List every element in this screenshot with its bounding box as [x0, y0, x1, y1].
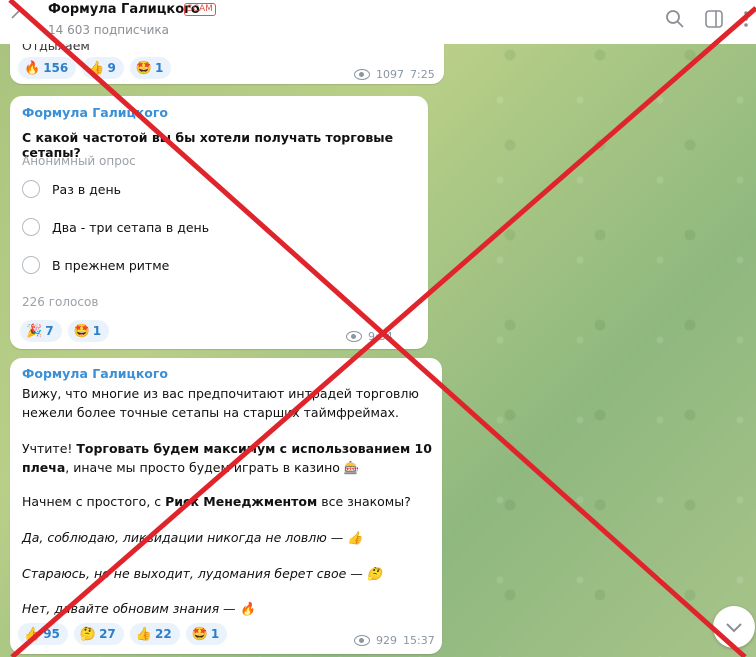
poll-option[interactable]: Два - три сетапа в день [22, 218, 209, 236]
italic-text: Стараюсь, но не выходит, лудомания берет… [22, 566, 383, 581]
message-paragraph: Да, соблюдаю, ликвидации никогда не ловл… [22, 528, 432, 547]
reaction-fire[interactable]: 🔥 156 [18, 57, 77, 79]
poll-option[interactable]: Раз в день [22, 180, 121, 198]
subscriber-count: 14 603 подписчика [48, 23, 170, 37]
text-message: Формула Галицкого Вижу, что многие из ва… [10, 358, 442, 654]
message-time: 7:25 [410, 68, 435, 81]
message-sender[interactable]: Формула Галицкого [22, 366, 168, 381]
message-paragraph: Стараюсь, но не выходит, лудомания берет… [22, 564, 432, 583]
eye-icon [354, 69, 370, 80]
message-paragraph: Учтите! Торговать будем максимум с испол… [22, 439, 432, 477]
reactions-bar: 🎉 7 🤩 1 [20, 320, 110, 342]
reaction-star-struck[interactable]: 🤩 1 [129, 57, 172, 79]
back-button[interactable] [0, 0, 40, 44]
reaction-thumbs-up[interactable]: 👍 22 [129, 623, 180, 645]
reaction-thumbs-up[interactable]: 👍 95 [18, 623, 68, 645]
reaction-emoji: 👍 [88, 60, 105, 76]
text-span: Начнем с простого, с [22, 494, 166, 509]
reaction-emoji: 🤩 [135, 60, 152, 76]
scam-badge: SCAM [184, 3, 216, 16]
sidebar-toggle-icon[interactable] [703, 8, 725, 30]
bold-text: Риск Менеджментом [165, 494, 318, 509]
text-span: Учтите! [22, 441, 77, 456]
reaction-count: 1 [210, 627, 220, 641]
reaction-star-struck[interactable]: 🤩 1 [67, 320, 110, 342]
poll-option[interactable]: В прежнем ритме [22, 256, 169, 274]
message-meta: 9:34 [346, 330, 393, 343]
radio-button[interactable] [22, 180, 40, 198]
message-meta: 1097 7:25 [354, 68, 435, 81]
reaction-thumbs-up[interactable]: 👍 9 [82, 57, 124, 79]
message-paragraph: Начнем с простого, с Риск Менеджментом в… [22, 492, 432, 511]
poll-type: Анонимный опрос [22, 154, 136, 168]
italic-text: Да, соблюдаю, ликвидации никогда не ловл… [22, 530, 363, 545]
eye-icon [354, 635, 370, 646]
message-sender[interactable]: Формула Галицкого [22, 105, 168, 120]
reaction-party[interactable]: 🎉 7 [20, 320, 62, 342]
message-time: 15:37 [403, 634, 435, 647]
message-meta: 929 15:37 [354, 634, 435, 647]
reaction-thinking[interactable]: 🤔 27 [73, 623, 124, 645]
reaction-emoji: 🔥 [24, 60, 41, 76]
poll-vote-count: 226 голосов [22, 295, 99, 309]
message-paragraph: Вижу, что многие из вас предпочитают инт… [22, 386, 419, 420]
chat-header: Формула Галицкого SCAM 14 603 подписчика [0, 0, 756, 44]
search-icon[interactable] [664, 8, 686, 30]
reaction-count: 95 [43, 627, 60, 641]
message-time: 9:34 [368, 330, 393, 343]
reaction-count: 27 [99, 627, 116, 641]
reaction-emoji: 🎉 [26, 323, 43, 339]
radio-button[interactable] [22, 256, 40, 274]
poll-option-label: Раз в день [52, 181, 122, 197]
chevron-down-icon [726, 623, 742, 633]
poll-option-label: В прежнем ритме [52, 257, 170, 273]
channel-title[interactable]: Формула Галицкого [48, 2, 200, 17]
text-span: все знакомы? [317, 494, 411, 509]
italic-text: Нет, давайте обновим знания — 🔥 [22, 601, 256, 616]
radio-button[interactable] [22, 218, 40, 236]
reactions-bar: 👍 95 🤔 27 👍 22 🤩 1 [18, 623, 228, 645]
reaction-count: 156 [43, 61, 69, 75]
reaction-emoji: 🤩 [191, 626, 208, 642]
reaction-count: 7 [45, 324, 54, 338]
poll-message: Формула Галицкого С какой частотой вы бы… [10, 96, 428, 349]
poll-option-label: Два - три сетапа в день [52, 219, 210, 235]
view-count: 1097 [376, 68, 404, 81]
scroll-to-bottom-button[interactable] [713, 606, 755, 648]
reaction-emoji: 🤔 [79, 626, 97, 642]
reactions-bar: 🔥 156 👍 9 🤩 1 [18, 57, 172, 79]
message-paragraph: Нет, давайте обновим знания — 🔥 [22, 599, 432, 618]
reaction-star-struck[interactable]: 🤩 1 [185, 623, 228, 645]
reaction-count: 9 [107, 61, 116, 75]
view-count: 929 [376, 634, 397, 647]
more-icon[interactable] [735, 8, 756, 30]
reaction-count: 1 [154, 61, 164, 75]
reaction-count: 1 [92, 324, 102, 338]
text-span: , иначе мы просто будем играть в казино … [65, 460, 360, 475]
reaction-emoji: 👍 [135, 626, 152, 642]
reaction-emoji: 👍 [24, 626, 41, 642]
back-arrow-icon [11, 9, 21, 19]
reaction-emoji: 🤩 [73, 323, 90, 339]
eye-icon [346, 331, 362, 342]
reaction-count: 22 [154, 627, 172, 641]
